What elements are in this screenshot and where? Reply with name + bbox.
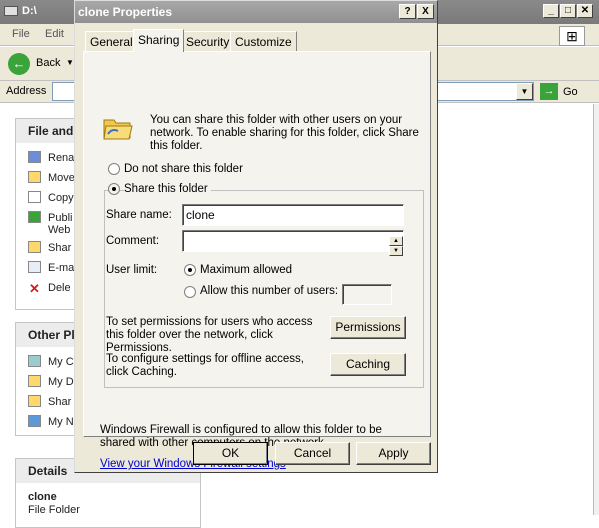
task-copy[interactable]: Copy — [28, 191, 74, 204]
apply-button[interactable]: Apply — [356, 442, 431, 465]
sharing-tab-page: You can share this folder with other use… — [83, 51, 431, 470]
task-publish[interactable]: Publi — [28, 211, 72, 224]
address-label: Address — [6, 85, 47, 97]
task-move[interactable]: Move — [28, 171, 75, 184]
tab-sharing[interactable]: Sharing — [133, 29, 185, 52]
properties-dialog: clone Properties ? X General Sharing Sec… — [74, 0, 438, 473]
documents-icon — [28, 375, 41, 387]
place-shared[interactable]: Shar — [28, 395, 71, 408]
drive-icon — [4, 6, 18, 16]
email-icon — [28, 261, 41, 273]
details-type: File Folder — [28, 504, 80, 516]
help-icon[interactable]: ? — [399, 4, 416, 19]
place-my-computer[interactable]: My C — [28, 355, 74, 368]
do-not-share-radio[interactable] — [108, 163, 120, 175]
task-rename[interactable]: Rena — [28, 151, 74, 164]
close-icon[interactable]: X — [417, 4, 434, 19]
go-button-label[interactable]: Go — [563, 86, 578, 98]
dialog-title: clone Properties — [78, 5, 173, 19]
shared-folder-icon — [28, 395, 41, 407]
minimize-icon[interactable]: _ — [543, 4, 559, 18]
tab-security[interactable]: Security — [181, 31, 235, 51]
computer-icon — [28, 355, 41, 367]
task-delete[interactable]: ✕ Dele — [28, 281, 71, 296]
publish-icon — [28, 211, 41, 223]
maximize-icon[interactable]: □ — [560, 4, 576, 18]
windows-logo-icon: ⊞ — [559, 26, 585, 46]
maximum-allowed-label[interactable]: Maximum allowed — [200, 264, 292, 276]
place-my-documents[interactable]: My D — [28, 375, 74, 388]
rename-icon — [28, 151, 41, 163]
allow-users-radio[interactable] — [184, 286, 196, 298]
sharing-intro-text: You can share this folder with other use… — [150, 114, 419, 152]
comment-label: Comment: — [106, 235, 160, 247]
do-not-share-label[interactable]: Do not share this folder — [124, 163, 243, 175]
user-limit-label: User limit: — [106, 264, 158, 276]
shared-folder-icon — [103, 119, 133, 140]
allow-users-label[interactable]: Allow this number of users: — [200, 285, 338, 297]
task-email[interactable]: E-ma — [28, 261, 74, 274]
share-this-folder-label[interactable]: Share this folder — [124, 183, 211, 195]
permissions-text: To set permissions for users who access … — [106, 316, 313, 354]
back-dropdown-icon[interactable]: ▼ — [66, 58, 74, 67]
spinner-up-icon[interactable]: ▲ — [389, 236, 403, 246]
place-my-network[interactable]: My N — [28, 415, 74, 428]
network-icon — [28, 415, 41, 427]
share-name-label: Share name: — [106, 209, 172, 221]
explorer-title: D:\ — [22, 5, 37, 17]
task-share[interactable]: Shar — [28, 241, 71, 254]
task-publish-web[interactable]: Web — [48, 224, 70, 236]
user-count-spinner[interactable] — [342, 284, 392, 305]
cancel-button[interactable]: Cancel — [275, 442, 350, 465]
back-arrow-icon[interactable]: ← — [8, 53, 30, 75]
spinner-down-icon[interactable]: ▼ — [389, 246, 403, 256]
details-name: clone — [28, 491, 57, 503]
ok-button[interactable]: OK — [193, 442, 268, 465]
share-this-folder-radio[interactable] — [108, 183, 120, 195]
caching-button[interactable]: Caching — [330, 353, 406, 376]
menu-edit[interactable]: Edit — [45, 28, 64, 40]
go-arrow-icon[interactable]: → — [540, 83, 558, 100]
dialog-title-bar[interactable]: clone Properties ? X — [75, 1, 437, 23]
share-name-input[interactable]: clone — [182, 204, 404, 226]
copy-icon — [28, 191, 41, 203]
address-dropdown-icon[interactable]: ▼ — [516, 83, 533, 100]
tab-general[interactable]: General — [85, 31, 138, 51]
delete-icon: ✕ — [29, 281, 40, 296]
vertical-scrollbar[interactable] — [593, 104, 599, 515]
back-button-label[interactable]: Back — [36, 57, 60, 69]
permissions-button[interactable]: Permissions — [330, 316, 406, 339]
close-icon[interactable]: ✕ — [577, 4, 593, 18]
menu-file[interactable]: File — [12, 28, 30, 40]
move-icon — [28, 171, 41, 183]
maximum-allowed-radio[interactable] — [184, 264, 196, 276]
caching-text: To configure settings for offline access… — [106, 353, 304, 378]
tab-customize[interactable]: Customize — [230, 31, 297, 51]
comment-input[interactable] — [182, 230, 404, 252]
share-icon — [28, 241, 41, 253]
